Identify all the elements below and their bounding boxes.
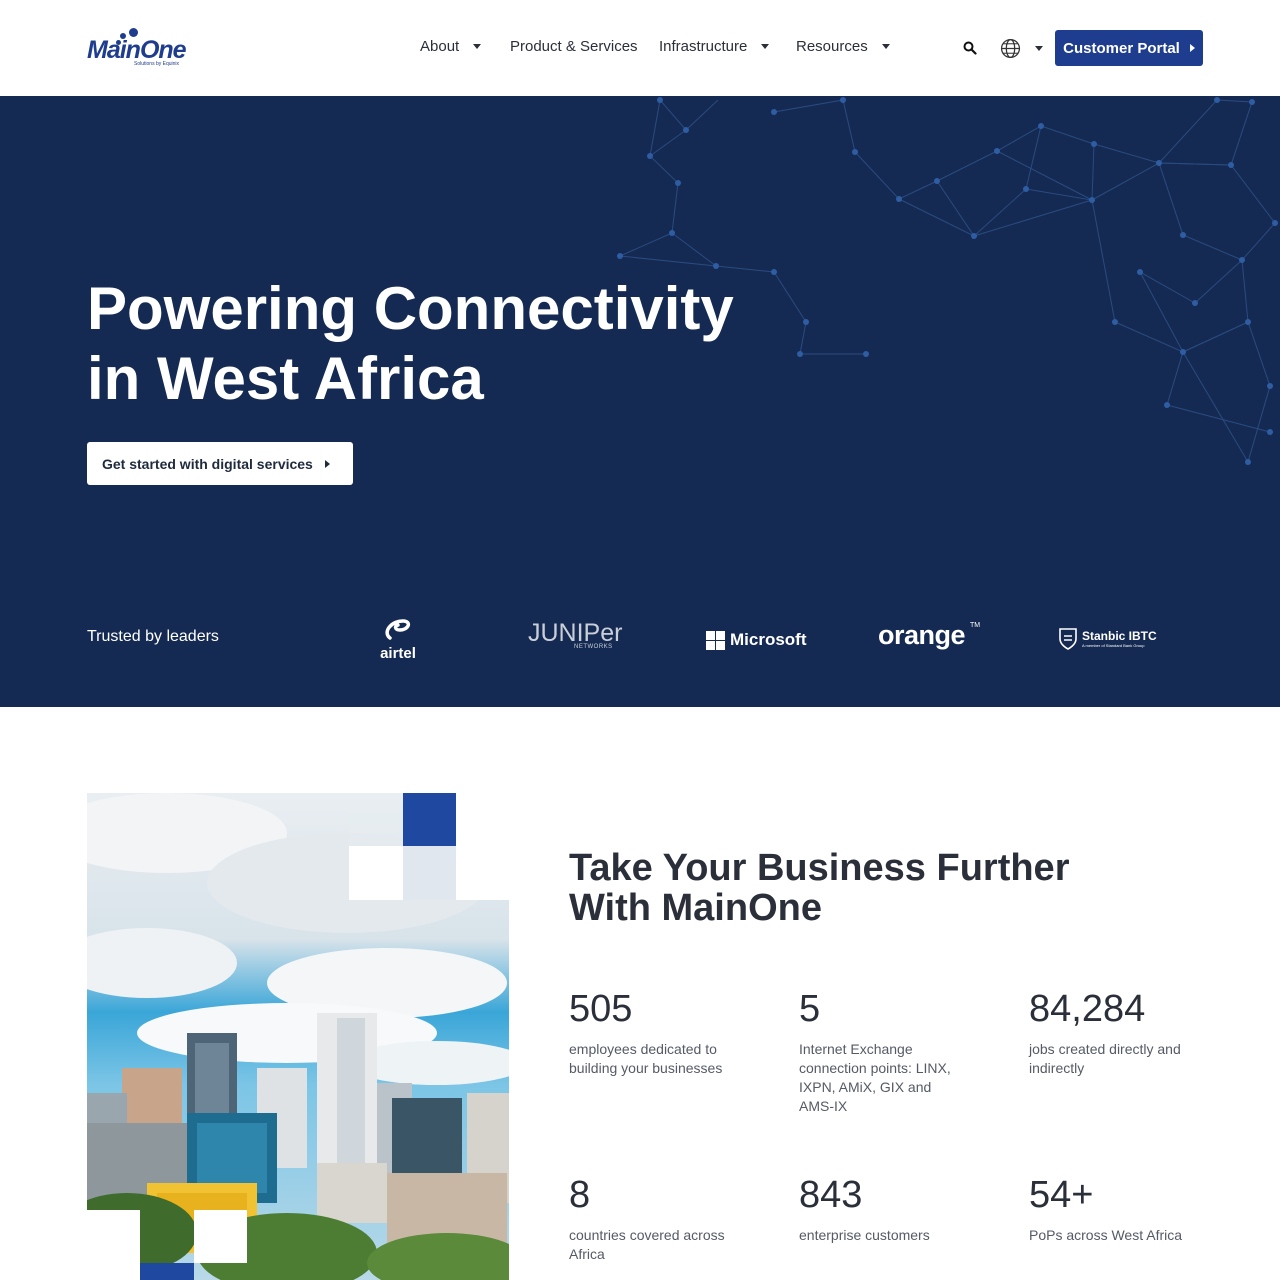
stat-value: 5 <box>799 988 821 1030</box>
stanbic-ibtc-logo: Stanbic IBTC A member of Standard Bank G… <box>1058 626 1157 652</box>
stat-label: enterprise customers <box>799 1227 930 1243</box>
nav-products-label: Product & Services <box>510 38 638 55</box>
microsoft-wordmark: Microsoft <box>730 630 807 649</box>
juniper-logo: JUNIPer NETWORKS <box>528 620 624 656</box>
stat-label: employees dedicated to building your bus… <box>569 1041 723 1076</box>
mainone-logo[interactable]: MainOne Solutions by Equinix <box>87 24 197 72</box>
customer-portal-label: Customer Portal <box>1063 39 1180 57</box>
shield-icon <box>1059 628 1077 650</box>
airtel-logo: airtel <box>378 618 418 662</box>
chevron-down-icon <box>881 44 890 49</box>
stat-employees: 505 employees dedicated to building your… <box>569 988 749 1078</box>
get-started-label: Get started with digital services <box>102 455 313 472</box>
nav-infrastructure[interactable]: Infrastructure <box>659 38 770 55</box>
nav-resources[interactable]: Resources <box>796 38 890 55</box>
juniper-wordmark: JUNIPer <box>528 619 623 647</box>
chevron-down-icon <box>761 44 770 49</box>
orange-trademark: TM <box>970 622 981 629</box>
stat-jobs: 84,284 jobs created directly and indirec… <box>1029 988 1199 1078</box>
globe-icon <box>1000 38 1020 58</box>
stat-value: 8 <box>569 1174 591 1216</box>
chevron-down-icon <box>473 44 482 49</box>
skyline-illustration <box>87 793 509 1280</box>
hero-heading-line1: Powering Connectivity <box>87 275 734 342</box>
stanbic-wordmark: Stanbic IBTC <box>1082 628 1157 643</box>
search-button[interactable] <box>960 38 980 58</box>
microsoft-logo: Microsoft <box>706 629 807 651</box>
stat-label: Internet Exchange connection points: LIN… <box>799 1041 951 1114</box>
airtel-wordmark: airtel <box>380 645 416 662</box>
search-icon <box>963 41 977 55</box>
nav-resources-label: Resources <box>796 38 868 55</box>
hero-heading-line2: in West Africa <box>87 345 484 412</box>
stat-value: 54+ <box>1029 1174 1094 1216</box>
stat-value: 505 <box>569 988 633 1030</box>
stat-label: PoPs across West Africa <box>1029 1227 1183 1243</box>
hero-section: Powering Connectivity in West Africa Get… <box>0 96 1280 707</box>
stat-label: jobs created directly and indirectly <box>1029 1041 1181 1076</box>
logo-tagline: Solutions by Equinix <box>134 61 180 67</box>
stat-enterprise-customers: 843 enterprise customers <box>799 1174 979 1245</box>
stats-heading-line2: With MainOne <box>569 887 822 929</box>
stat-countries: 8 countries covered across Africa <box>569 1174 749 1264</box>
stat-pops: 54+ PoPs across West Africa <box>1029 1174 1209 1245</box>
get-started-button[interactable]: Get started with digital services <box>87 442 353 485</box>
microsoft-windows-icon <box>706 630 725 650</box>
nav-products-services[interactable]: Product & Services <box>510 38 638 55</box>
nav-infrastructure-label: Infrastructure <box>659 38 748 55</box>
stat-value: 84,284 <box>1029 988 1146 1030</box>
hero-heading: Powering Connectivity in West Africa <box>87 274 787 414</box>
orange-logo: orange TM <box>878 620 980 654</box>
nav-about-label: About <box>420 38 460 55</box>
juniper-networks-text: NETWORKS <box>574 644 613 650</box>
chevron-down-icon <box>1034 45 1043 51</box>
stat-internet-exchange: 5 Internet Exchange connection points: L… <box>799 988 969 1116</box>
nav-about[interactable]: About <box>420 38 482 55</box>
stat-label: countries covered across Africa <box>569 1227 725 1262</box>
stanbic-tagline: A member of Standard Bank Group <box>1082 642 1145 648</box>
orange-wordmark: orange <box>878 620 966 650</box>
city-skyline-image <box>87 793 509 1280</box>
trusted-by-label: Trusted by leaders <box>87 628 219 645</box>
airtel-mark-icon <box>385 619 411 640</box>
stats-heading-line1: Take Your Business Further <box>569 847 1070 889</box>
language-selector[interactable] <box>998 36 1044 60</box>
stat-value: 843 <box>799 1174 863 1216</box>
stats-heading: Take Your Business Further With MainOne <box>569 848 1169 928</box>
chevron-right-icon <box>324 459 330 468</box>
chevron-right-icon <box>1189 44 1195 52</box>
site-header: MainOne Solutions by Equinix About Produ… <box>0 0 1280 96</box>
customer-portal-button[interactable]: Customer Portal <box>1055 30 1203 66</box>
